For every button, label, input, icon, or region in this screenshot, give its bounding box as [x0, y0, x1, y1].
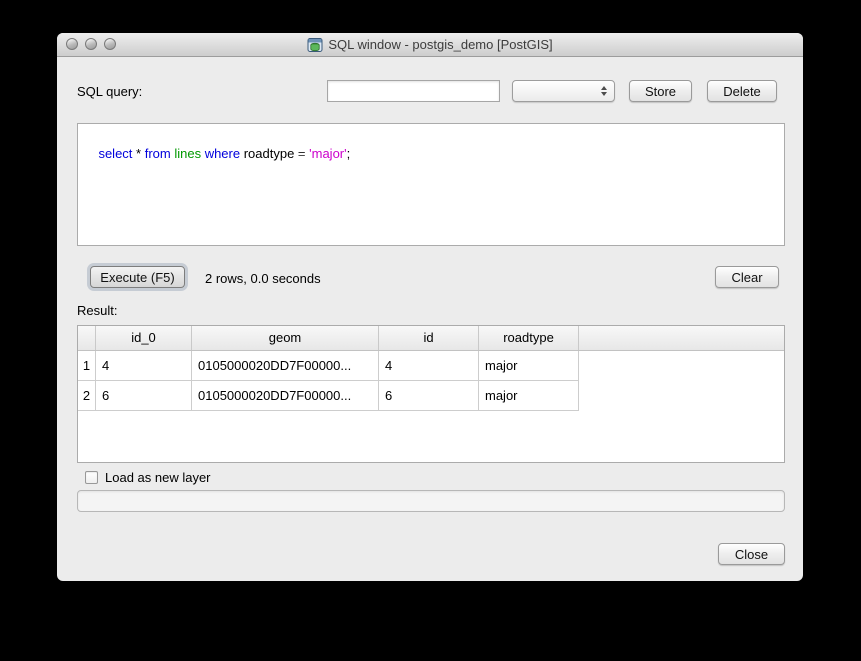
cell-geom[interactable]: 0105000020DD7F00000...	[192, 351, 379, 381]
load-as-new-layer-label[interactable]: Load as new layer	[105, 470, 211, 485]
column-header-roadtype[interactable]: roadtype	[479, 326, 579, 350]
sql-token: from	[145, 146, 175, 161]
row-filler	[579, 381, 784, 411]
query-status-text: 2 rows, 0.0 seconds	[205, 271, 321, 286]
result-table: id_0 geom id roadtype 1 4 0105000020DD7F…	[77, 325, 785, 463]
table-row[interactable]: 1 4 0105000020DD7F00000... 4 major	[78, 351, 784, 381]
row-filler	[579, 351, 784, 381]
cell-id[interactable]: 4	[379, 351, 479, 381]
sql-token: ;	[347, 146, 351, 161]
query-name-input[interactable]	[327, 80, 500, 102]
execute-button[interactable]: Execute (F5)	[90, 266, 185, 288]
clear-button[interactable]: Clear	[715, 266, 779, 288]
window-title: SQL window - postgis_demo [PostGIS]	[328, 37, 552, 52]
sql-token: =	[298, 146, 309, 161]
window-controls	[66, 38, 116, 50]
sql-editor[interactable]: select * from lines where roadtype = 'ma…	[77, 123, 785, 246]
sql-token: *	[136, 146, 145, 161]
row-number-header	[78, 326, 96, 350]
combo-stepper-icon	[596, 86, 611, 96]
title-area: SQL window - postgis_demo [PostGIS]	[57, 33, 803, 56]
cell-geom[interactable]: 0105000020DD7F00000...	[192, 381, 379, 411]
column-header-id_0[interactable]: id_0	[96, 326, 192, 350]
table-header-row: id_0 geom id roadtype	[78, 326, 784, 351]
table-row[interactable]: 2 6 0105000020DD7F00000... 6 major	[78, 381, 784, 411]
sql-token: select	[98, 146, 136, 161]
result-label: Result:	[77, 303, 117, 318]
desktop: { "window": { "title": "SQL window - pos…	[0, 0, 861, 661]
sql-token: where	[205, 146, 244, 161]
zoom-window-button[interactable]	[104, 38, 116, 50]
header-filler	[579, 326, 784, 350]
load-as-new-layer-checkbox[interactable]	[85, 471, 98, 484]
row-number-cell[interactable]: 2	[78, 381, 96, 411]
sql-token: roadtype	[244, 146, 298, 161]
row-number-cell[interactable]: 1	[78, 351, 96, 381]
sql-token: 'major'	[309, 146, 346, 161]
store-button[interactable]: Store	[629, 80, 692, 102]
sql-query-label: SQL query:	[77, 84, 142, 99]
minimize-window-button[interactable]	[85, 38, 97, 50]
close-window-button[interactable]	[66, 38, 78, 50]
stored-query-select[interactable]	[512, 80, 615, 102]
sql-window: SQL window - postgis_demo [PostGIS] SQL …	[57, 33, 803, 581]
load-as-new-layer-row: Load as new layer	[85, 470, 211, 485]
cell-id_0[interactable]: 6	[96, 381, 192, 411]
column-header-geom[interactable]: geom	[192, 326, 379, 350]
cell-roadtype[interactable]: major	[479, 351, 579, 381]
cell-id[interactable]: 6	[379, 381, 479, 411]
cell-roadtype[interactable]: major	[479, 381, 579, 411]
close-button[interactable]: Close	[718, 543, 785, 565]
titlebar[interactable]: SQL window - postgis_demo [PostGIS]	[57, 33, 803, 57]
cell-id_0[interactable]: 4	[96, 351, 192, 381]
sql-token: lines	[174, 146, 204, 161]
sql-window-icon	[307, 37, 323, 53]
column-header-id[interactable]: id	[379, 326, 479, 350]
layer-name-field	[77, 490, 785, 512]
delete-button[interactable]: Delete	[707, 80, 777, 102]
